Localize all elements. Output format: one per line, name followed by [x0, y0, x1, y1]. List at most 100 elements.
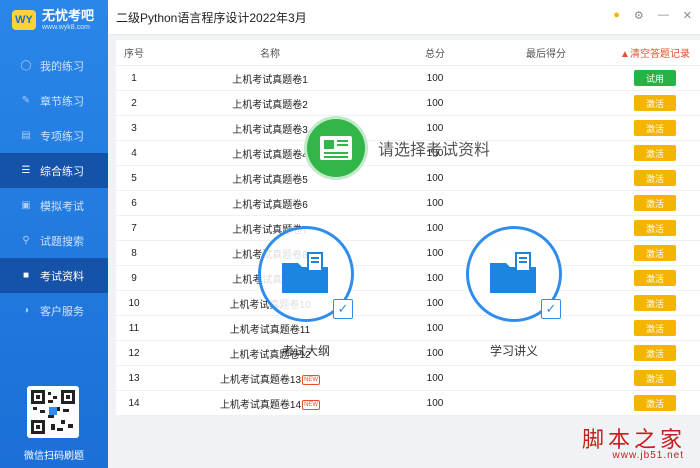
row-action-cell: 激活: [610, 120, 700, 136]
row-name-cell: 上机考试真题卷2: [152, 96, 388, 111]
checkbox-icon: ✓: [333, 299, 353, 319]
qr-code: [27, 386, 79, 438]
activate-button[interactable]: 激活: [634, 195, 676, 211]
qr-label: 微信扫码刷题: [24, 451, 84, 462]
user-icon: ◯: [20, 60, 32, 71]
header-last-score: 最后得分: [526, 49, 566, 60]
activate-button[interactable]: 激活: [634, 120, 676, 136]
table-row[interactable]: 8上机考试真题卷8100激活: [116, 241, 700, 266]
activate-button[interactable]: 激活: [634, 270, 676, 286]
activate-button[interactable]: 激活: [634, 245, 676, 261]
row-index: 12: [128, 347, 140, 359]
header-total: 总分: [425, 49, 445, 60]
minimize-icon[interactable]: —: [658, 9, 669, 22]
row-name-cell: 上机考试真题卷13 NEW: [152, 371, 388, 386]
row-name: 上机考试真题卷5: [232, 174, 308, 186]
row-action-cell: 激活: [610, 245, 700, 261]
watermark-url: www.jb51.net: [612, 450, 684, 461]
row-action-cell: 激活: [610, 145, 700, 161]
sidebar-item-3[interactable]: ☰ 综合练习: [0, 153, 108, 188]
table-row[interactable]: 1 上机考试真题卷1 100 试用: [116, 66, 700, 91]
table-row[interactable]: 13 上机考试真题卷13 NEW 100 激活: [116, 366, 700, 391]
sidebar-item-0[interactable]: ◯ 我的练习: [0, 48, 108, 83]
sidebar-item-7[interactable]: ◑ 客户服务: [0, 293, 108, 328]
row-total: 100: [426, 397, 444, 409]
activate-button[interactable]: 激活: [634, 320, 676, 336]
table-row[interactable]: 14 上机考试真题卷14 NEW 100 激活: [116, 391, 700, 416]
new-badge: NEW: [302, 374, 321, 385]
table-row[interactable]: 4 上机考试真题卷4 100 激活: [116, 141, 700, 166]
sidebar-item-6[interactable]: ■ 考试资料: [0, 258, 108, 293]
folder-icon: [490, 252, 536, 293]
sidebar-nav: ◯ 我的练习 ✎ 章节练习 ▤ 专项练习 ☰ 综合练习 ▣ 模拟考试 ⚲ 试题搜索 ■ 考试资料 ◑ 客户服务: [0, 48, 108, 328]
table-row[interactable]: 12 上机考试真题卷12 100 激活: [116, 341, 700, 366]
activate-button[interactable]: 激活: [634, 95, 676, 111]
window-title: 二级Python语言程序设计2022年3月: [116, 10, 307, 25]
row-index: 13: [128, 372, 140, 384]
sidebar-item-2[interactable]: ▤ 专项练习: [0, 118, 108, 153]
table-row[interactable]: 11 上机考试真题卷11 100 激活: [116, 316, 700, 341]
row-name: 上机考试真题卷1: [232, 74, 308, 86]
row-index: 4: [131, 147, 137, 159]
search-icon: ⚲: [22, 235, 30, 246]
clear-records-link[interactable]: ▲清空答题记录: [620, 45, 690, 60]
row-total: 100: [426, 197, 444, 209]
row-action-cell: 激活: [610, 220, 700, 236]
pencil-icon: ✎: [21, 95, 31, 106]
notes-option[interactable]: ✓: [466, 226, 562, 322]
title-bar: 二级Python语言程序设计2022年3月 ● ⚙ — ✕: [108, 0, 700, 35]
activate-button[interactable]: 激活: [634, 295, 676, 311]
document-icon: ▤: [21, 130, 31, 141]
row-action-cell: 激活: [610, 345, 700, 361]
row-index: 3: [131, 122, 137, 134]
sidebar-item-5[interactable]: ⚲ 试题搜索: [0, 223, 108, 258]
row-action-cell: 激活: [610, 395, 700, 411]
table-row[interactable]: 5 上机考试真题卷5 100 激活: [116, 166, 700, 191]
row-index: 5: [131, 172, 137, 184]
row-name: 上机考试真题卷3: [232, 124, 308, 136]
row-total: 100: [426, 322, 444, 334]
trial-button[interactable]: 试用: [634, 70, 676, 86]
row-index: 8: [131, 247, 137, 259]
row-total: 100: [426, 97, 444, 109]
row-action-cell: 激活: [610, 195, 700, 211]
table-row[interactable]: 3 上机考试真题卷3 100 激活: [116, 116, 700, 141]
settings-icon[interactable]: ⚙: [634, 9, 644, 22]
row-total: 100: [426, 72, 444, 84]
row-total: 100: [426, 147, 444, 159]
row-index: 6: [131, 197, 137, 209]
sidebar-item-1[interactable]: ✎ 章节练习: [0, 83, 108, 118]
row-name: 上机考试真题卷2: [232, 99, 308, 111]
row-action-cell: 激活: [610, 170, 700, 186]
sidebar-item-label: 章节练习: [40, 95, 84, 108]
activate-button[interactable]: 激活: [634, 395, 676, 411]
activate-button[interactable]: 激活: [634, 170, 676, 186]
activate-button[interactable]: 激活: [634, 220, 676, 236]
table-row[interactable]: 9上机考试真题卷9100激活: [116, 266, 700, 291]
row-name: 上机考试真题卷4: [232, 149, 308, 161]
list-icon: ☰: [21, 165, 31, 176]
row-index: 10: [128, 297, 140, 309]
logo-badge: WY: [12, 10, 36, 30]
sidebar-item-label: 模拟考试: [40, 200, 84, 213]
row-index: 1: [131, 72, 137, 84]
notification-icon[interactable]: ●: [613, 9, 620, 22]
row-name-cell: 上机考试真题卷4: [152, 146, 388, 161]
close-icon[interactable]: ✕: [683, 9, 692, 22]
table-row[interactable]: 7 上机考试真题卷7 100 激活: [116, 216, 700, 241]
table-row[interactable]: 6 上机考试真题卷6 100 激活: [116, 191, 700, 216]
header-idx: 序号: [124, 49, 144, 60]
activate-button[interactable]: 激活: [634, 345, 676, 361]
outline-option[interactable]: ✓: [258, 226, 354, 322]
activate-button[interactable]: 激活: [634, 370, 676, 386]
table-header: 序号 名称 总分 最后得分 ▲清空答题记录: [116, 40, 700, 66]
sidebar-item-label: 试题搜索: [40, 235, 84, 248]
clipboard-icon: ▣: [21, 200, 31, 211]
row-name-cell: 上机考试真题卷11: [152, 321, 388, 336]
table-row[interactable]: 2 上机考试真题卷2 100 激活: [116, 91, 700, 116]
sidebar-item-4[interactable]: ▣ 模拟考试: [0, 188, 108, 223]
folder-icon: [282, 252, 328, 293]
activate-button[interactable]: 激活: [634, 145, 676, 161]
table-row[interactable]: 10上机考试真题卷10100激活: [116, 291, 700, 316]
sidebar-item-label: 综合练习: [40, 165, 84, 178]
